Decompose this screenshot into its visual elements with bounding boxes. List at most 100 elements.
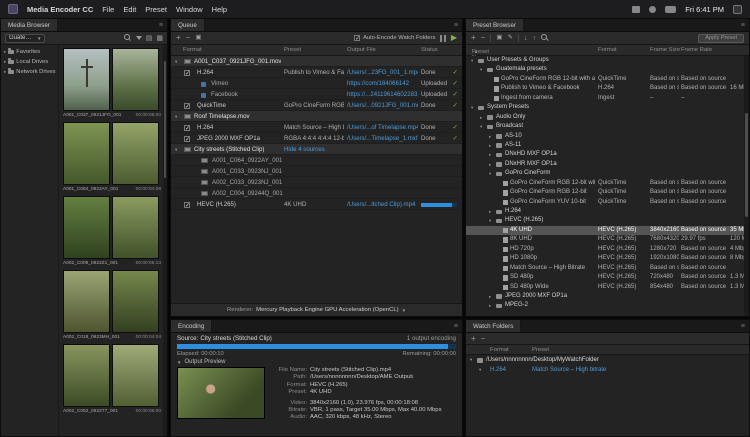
remove-watch-folder-icon[interactable]: − bbox=[481, 335, 486, 343]
media-item[interactable]: A001_C037_0921JFG_00100:00:05:00 bbox=[63, 48, 161, 120]
chevron-down-icon[interactable]: ▾ bbox=[175, 144, 177, 155]
output-file-link[interactable]: /Users/...itched Clip).mp4 bbox=[347, 199, 418, 210]
preset-group-row[interactable]: ▸AS-10 bbox=[466, 132, 749, 141]
auto-encode-checkbox[interactable] bbox=[354, 35, 360, 41]
preset-cell[interactable]: Publish to Vimeo & Facebo... bbox=[284, 67, 344, 78]
output-checkbox[interactable] bbox=[184, 202, 190, 208]
preset-row[interactable]: GoPro CineForm YUV 10-bitQuickTimeBased … bbox=[466, 198, 749, 207]
queue-job-row[interactable]: ▾Roof Timelapse.mov bbox=[171, 111, 462, 122]
preset-group-row[interactable]: ▸JPEG 2000 MXF OP1a bbox=[466, 292, 749, 301]
format-cell[interactable]: QuickTime bbox=[197, 100, 281, 111]
output-file-link[interactable]: /Users/...0921JFG_001.mov bbox=[347, 100, 418, 111]
queue-output-row[interactable]: Vimeohttps://com/184066142Uploaded✓ bbox=[171, 78, 462, 89]
queue-source-row[interactable]: A001_C064_0922AY_001 bbox=[171, 155, 462, 166]
preset-group-row[interactable]: ▸AS-11 bbox=[466, 141, 749, 150]
tab-preset-browser[interactable]: Preset Browser bbox=[466, 19, 524, 31]
output-file-link[interactable]: /Users/...Timelapse_1.mxf bbox=[347, 133, 418, 144]
menu-help[interactable]: Help bbox=[212, 5, 227, 14]
disclosure-icon[interactable]: ▸ bbox=[489, 160, 491, 169]
video-thumbnail[interactable] bbox=[112, 122, 159, 185]
scrollbar-thumb[interactable] bbox=[745, 113, 748, 217]
preset-group-row[interactable]: ▾Guatemala presets bbox=[466, 65, 749, 74]
column-format[interactable]: Format bbox=[490, 347, 509, 353]
disclosure-icon[interactable]: ▸ bbox=[489, 150, 491, 159]
queue-output-row[interactable]: H.264Publish to Vimeo & Facebo.../Users/… bbox=[171, 67, 462, 78]
sidebar-item-network-drives[interactable]: ▸Network Drives bbox=[1, 67, 58, 77]
preset-row[interactable]: GoPro CineForm RGB 12-bit with alpha (Al… bbox=[466, 75, 749, 84]
preset-row[interactable]: Ingest from cameraIngest–– bbox=[466, 94, 749, 103]
panel-menu-icon[interactable]: ≡ bbox=[737, 19, 749, 31]
tab-encoding[interactable]: Encoding bbox=[171, 320, 212, 332]
sidebar-item-local-drives[interactable]: ▸Local Drives bbox=[1, 57, 58, 67]
panel-menu-icon[interactable]: ≡ bbox=[450, 19, 462, 31]
chevron-down-icon[interactable]: ▾ bbox=[470, 355, 472, 365]
column-frame-rate[interactable]: Frame Rate bbox=[681, 47, 712, 53]
media-item[interactable]: A002_C052_0922T7_00100:00:06:00 bbox=[63, 344, 161, 416]
media-item[interactable]: A002_C018_0923MH_00100:00:04:04 bbox=[63, 270, 161, 342]
disclosure-icon[interactable]: ▸ bbox=[489, 132, 491, 141]
watch-folder-row[interactable]: ▾/Users/nnnnnnnn/Desktop/MyWatchFolder bbox=[466, 355, 749, 365]
scrollbar-thumb[interactable] bbox=[164, 61, 166, 178]
media-item[interactable]: A002_C009_0922Z1_00100:00:05:13 bbox=[63, 196, 161, 268]
add-watch-folder-icon[interactable]: + bbox=[471, 335, 476, 343]
hide-sources-link[interactable]: Hide 4 sources bbox=[284, 144, 325, 155]
tab-queue[interactable]: Queue bbox=[171, 19, 205, 31]
preset-group-row[interactable]: ▸MPEG-2 bbox=[466, 301, 749, 310]
output-checkbox[interactable] bbox=[184, 136, 190, 142]
format-cell[interactable]: H.264 bbox=[197, 122, 281, 133]
column-preset[interactable]: Preset bbox=[532, 347, 549, 353]
format-cell[interactable]: H.264 bbox=[197, 67, 281, 78]
disclosure-icon[interactable]: ▸ bbox=[489, 141, 491, 150]
thumbnail-view-icon[interactable]: ▦ bbox=[156, 35, 163, 42]
video-thumbnail[interactable] bbox=[112, 196, 159, 259]
column-status[interactable]: Status bbox=[421, 47, 438, 53]
output-file-link[interactable]: /Users/...23FG_001_1.mp4 bbox=[347, 67, 418, 78]
apply-preset-button[interactable]: Apply Preset bbox=[698, 34, 744, 43]
column-format[interactable]: Format bbox=[598, 47, 617, 53]
preset-row[interactable]: SD 480p WideHEVC (H.265)854x480Based on … bbox=[466, 283, 749, 292]
disclosure-icon[interactable]: ▾ bbox=[471, 103, 473, 112]
list-view-icon[interactable]: ▤ bbox=[146, 35, 153, 42]
column-frame-size[interactable]: Frame Size bbox=[650, 47, 680, 53]
menu-file[interactable]: File bbox=[102, 5, 114, 14]
preset-group-row[interactable]: ▾User Presets & Groups bbox=[466, 56, 749, 65]
disclosure-icon[interactable]: ▸ bbox=[4, 59, 6, 65]
format-cell[interactable]: HEVC (H.265) bbox=[197, 199, 281, 210]
renderer-select[interactable]: Mercury Playback Engine GPU Acceleration… bbox=[256, 307, 398, 313]
preset-row[interactable]: GoPro CineForm RGB 12-bit with alphaQuic… bbox=[466, 179, 749, 188]
queue-source-row[interactable]: A002_C004_09244Q_001 bbox=[171, 188, 462, 199]
column-preset[interactable]: Preset bbox=[284, 47, 301, 53]
tab-watch-folders[interactable]: Watch Folders bbox=[466, 320, 521, 332]
video-thumbnail[interactable] bbox=[112, 48, 159, 111]
preset-cell[interactable]: Match Source – High bitr... bbox=[284, 122, 344, 133]
menubar-clock[interactable]: Fri 6:41 PM bbox=[685, 5, 724, 14]
video-thumbnail[interactable] bbox=[63, 270, 110, 333]
preset-settings-icon[interactable]: ✎ bbox=[508, 35, 513, 42]
media-scrollbar[interactable] bbox=[163, 45, 167, 436]
disclosure-icon[interactable]: ▾ bbox=[471, 56, 473, 65]
preset-row[interactable]: 4K UHDHEVC (H.265)3840x2160Based on sour… bbox=[466, 226, 749, 235]
chevron-down-icon[interactable]: ▾ bbox=[479, 365, 481, 375]
volume-status-icon[interactable] bbox=[649, 6, 656, 13]
auto-encode-toggle[interactable]: Auto-Encode Watch Folders bbox=[354, 35, 435, 41]
video-thumbnail[interactable] bbox=[63, 122, 110, 185]
new-preset-icon[interactable]: + bbox=[471, 34, 476, 42]
preset-row[interactable]: SD 480pHEVC (H.265)720x480Based on sourc… bbox=[466, 273, 749, 282]
preset-cell[interactable]: GoPro CineForm RGB 12-b... bbox=[284, 100, 344, 111]
preset-row[interactable]: Match Source – High BitrateHEVC (H.265)B… bbox=[466, 264, 749, 273]
video-thumbnail[interactable] bbox=[112, 270, 159, 333]
preset-row[interactable]: 8K UHDHEVC (H.265)7680x432029.97 fps120 … bbox=[466, 235, 749, 244]
add-source-icon[interactable]: + bbox=[176, 34, 181, 42]
output-checkbox[interactable] bbox=[184, 125, 190, 131]
delete-preset-icon[interactable]: − bbox=[481, 34, 486, 42]
pause-queue-icon[interactable] bbox=[440, 35, 446, 42]
queue-source-row[interactable]: A001_C033_0923NJ_001 bbox=[171, 166, 462, 177]
watch-folder-output-row[interactable]: ▾H.264Match Source – High bitrate bbox=[466, 365, 749, 375]
preset-cell[interactable]: RGBA 4:4:4 4:4:4 12-bit (BC... bbox=[284, 133, 344, 144]
search-icon[interactable] bbox=[124, 34, 132, 42]
menubar-extra-icon[interactable] bbox=[733, 5, 742, 14]
output-file-link[interactable]: https://com/184066142 bbox=[347, 78, 418, 89]
menu-edit[interactable]: Edit bbox=[123, 5, 136, 14]
disclosure-icon[interactable]: ▾ bbox=[489, 216, 491, 225]
queue-source-row[interactable]: A002_C033_0923NJ_001 bbox=[171, 177, 462, 188]
